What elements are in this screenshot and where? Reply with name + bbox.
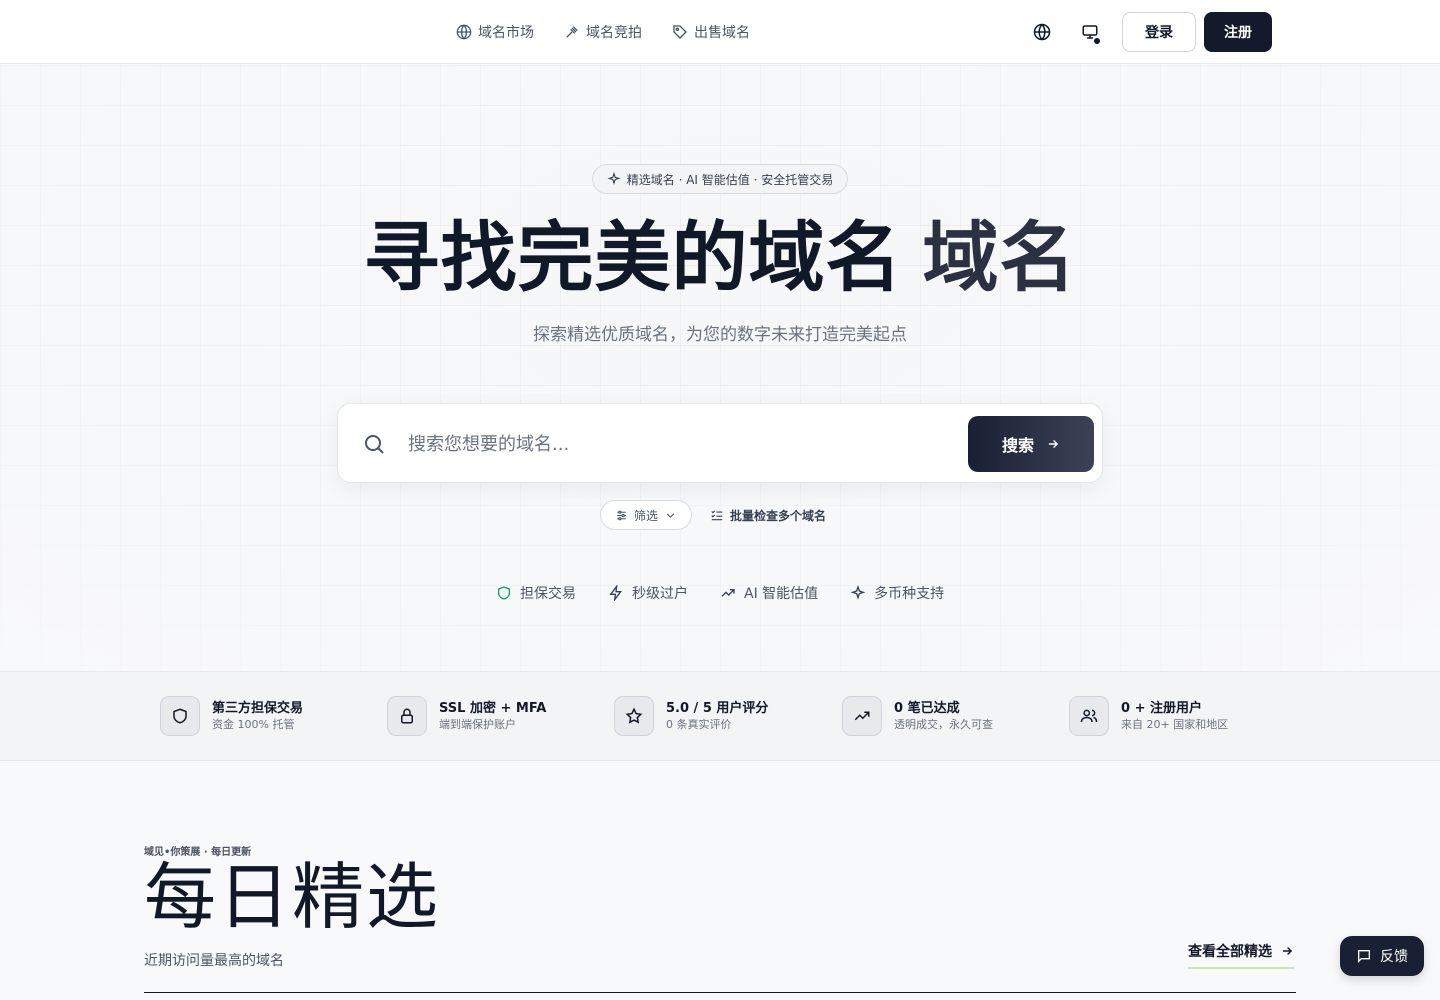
top-nav: 域名市场 域名竞拍 出售域名 登录 注册 bbox=[0, 0, 1440, 64]
stat-item: 5.0 / 5 用户评分 0 条真实评价 bbox=[614, 696, 768, 736]
feature-label: 担保交易 bbox=[520, 586, 576, 602]
status-dot bbox=[1094, 38, 1100, 44]
stat-title: 0 + 注册用户 bbox=[1121, 701, 1202, 716]
login-button[interactable]: 登录 bbox=[1122, 12, 1196, 52]
nav-link-sell[interactable]: 出售域名 bbox=[672, 20, 750, 44]
chevron-down-icon bbox=[666, 512, 675, 518]
trend-icon bbox=[854, 711, 870, 721]
gavel-icon bbox=[566, 26, 578, 38]
stat-item: 0 + 注册用户 来自 20+ 国家和地区 bbox=[1069, 696, 1228, 736]
stat-desc: 0 条真实评价 bbox=[666, 718, 732, 731]
nav-link-label: 出售域名 bbox=[694, 25, 750, 41]
lock-icon bbox=[401, 708, 413, 724]
stat-item: SSL 加密 + MFA 端到端保护账户 bbox=[387, 696, 546, 736]
stat-title: 第三方担保交易 bbox=[212, 701, 304, 716]
stat-desc: 资金 100% 托管 bbox=[212, 718, 295, 731]
feature-label: AI 智能估值 bbox=[744, 586, 819, 602]
filter-label: 筛选 bbox=[634, 508, 659, 523]
sparkle-icon bbox=[607, 172, 621, 185]
language-button[interactable] bbox=[1022, 12, 1062, 52]
feedback-button[interactable]: 反馈 bbox=[1340, 936, 1424, 976]
stat-text: 第三方担保交易 资金 100% 托管 bbox=[212, 700, 303, 732]
message-icon bbox=[1358, 950, 1370, 963]
stat-text: 0 笔已达成 透明成交，永久可查 bbox=[894, 700, 993, 732]
hero-title-accent: 域名 bbox=[922, 213, 1077, 302]
hero-subtitle: 探索精选优质域名，为您的数字未来打造完美起点 bbox=[533, 325, 907, 345]
bulk-check-label: 批量检查多个域名 bbox=[730, 508, 827, 523]
stat-desc: 端到端保护账户 bbox=[439, 718, 516, 731]
nav-link-market[interactable]: 域名市场 bbox=[456, 20, 534, 44]
view-all-link[interactable]: 查看全部精选 bbox=[1188, 937, 1294, 969]
shield-icon bbox=[498, 586, 510, 600]
stat-icon-box bbox=[842, 696, 882, 736]
daily-subtitle: 近期访问量最高的域名 bbox=[144, 953, 284, 969]
hero-section: 精选域名 · AI 智能估值 · 安全托管交易 寻找完美的域名 域名 探索精选优质… bbox=[0, 65, 1440, 671]
stat-desc: 透明成交，永久可查 bbox=[894, 718, 993, 731]
stat-title: SSL 加密 + MFA bbox=[439, 701, 547, 716]
stat-icon-box bbox=[160, 696, 200, 736]
nav-link-label: 域名市场 bbox=[478, 25, 534, 41]
stat-text: SSL 加密 + MFA 端到端保护账户 bbox=[439, 700, 546, 732]
search-tools: 筛选 批量检查多个域名 bbox=[600, 500, 826, 530]
arrow-right-icon bbox=[1048, 439, 1059, 449]
stat-icon-box bbox=[387, 696, 427, 736]
globe-icon bbox=[1033, 23, 1051, 41]
filter-button[interactable]: 筛选 bbox=[600, 500, 693, 530]
stat-icon-box bbox=[614, 696, 654, 736]
stat-item: 第三方担保交易 资金 100% 托管 bbox=[160, 696, 303, 736]
feature-label: 多币种支持 bbox=[874, 586, 945, 602]
star-icon bbox=[625, 707, 643, 724]
search-button-label: 搜索 bbox=[1001, 436, 1034, 455]
hero-features: 担保交易 秒级过户 AI 智能估值 多币种支持 bbox=[496, 583, 944, 603]
search-bar: 搜索 bbox=[337, 403, 1103, 483]
nav-link-auction[interactable]: 域名竞拍 bbox=[564, 20, 642, 44]
shield-icon bbox=[173, 708, 187, 724]
hero-title: 寻找完美的域名 域名 bbox=[0, 213, 1440, 303]
feedback-label: 反馈 bbox=[1380, 949, 1408, 965]
nav-link-label: 域名竞拍 bbox=[586, 25, 642, 41]
tag-icon bbox=[673, 25, 687, 39]
users-icon bbox=[1080, 709, 1098, 723]
trend-icon bbox=[721, 589, 735, 597]
checklist-icon bbox=[711, 510, 723, 521]
search-icon bbox=[365, 435, 384, 454]
view-all-label: 查看全部精选 bbox=[1188, 944, 1272, 960]
search-input[interactable] bbox=[408, 424, 948, 464]
hero-badge-text: 精选域名 · AI 智能估值 · 安全托管交易 bbox=[626, 172, 834, 187]
bolt-icon bbox=[609, 585, 622, 601]
register-button[interactable]: 注册 bbox=[1204, 12, 1272, 52]
daily-title: 每日精选 bbox=[144, 855, 441, 939]
feature-item: 担保交易 bbox=[496, 583, 576, 603]
hero-badge: 精选域名 · AI 智能估值 · 安全托管交易 bbox=[592, 164, 848, 194]
arrow-right-icon bbox=[1282, 946, 1293, 956]
stat-icon-box bbox=[1069, 696, 1109, 736]
feature-item: 多币种支持 bbox=[850, 583, 944, 603]
nav-actions: 登录 注册 bbox=[1022, 12, 1272, 52]
stat-text: 5.0 / 5 用户评分 0 条真实评价 bbox=[666, 700, 768, 732]
feature-label: 秒级过户 bbox=[632, 586, 688, 602]
sparkle-icon bbox=[850, 585, 866, 600]
stat-title: 5.0 / 5 用户评分 bbox=[666, 701, 769, 716]
trust-stats-bar: 第三方担保交易 资金 100% 托管 SSL 加密 + MFA 端到端保护账户 … bbox=[0, 671, 1440, 761]
theme-button[interactable] bbox=[1070, 12, 1110, 52]
stat-desc: 来自 20+ 国家和地区 bbox=[1121, 718, 1229, 731]
globe-icon bbox=[456, 24, 472, 40]
stat-item: 0 笔已达成 透明成交，永久可查 bbox=[842, 696, 993, 736]
search-button[interactable]: 搜索 bbox=[968, 416, 1094, 472]
section-divider bbox=[144, 992, 1296, 993]
bulk-check-link[interactable]: 批量检查多个域名 bbox=[710, 507, 826, 524]
nav-links: 域名市场 域名竞拍 出售域名 bbox=[456, 20, 750, 44]
stat-title: 0 笔已达成 bbox=[894, 701, 960, 716]
hero-title-main: 寻找完美的域名 bbox=[363, 213, 903, 302]
feature-item: AI 智能估值 bbox=[720, 583, 818, 603]
stat-text: 0 + 注册用户 来自 20+ 国家和地区 bbox=[1121, 700, 1228, 732]
feature-item: 秒级过户 bbox=[608, 583, 688, 603]
sliders-icon bbox=[617, 510, 626, 520]
